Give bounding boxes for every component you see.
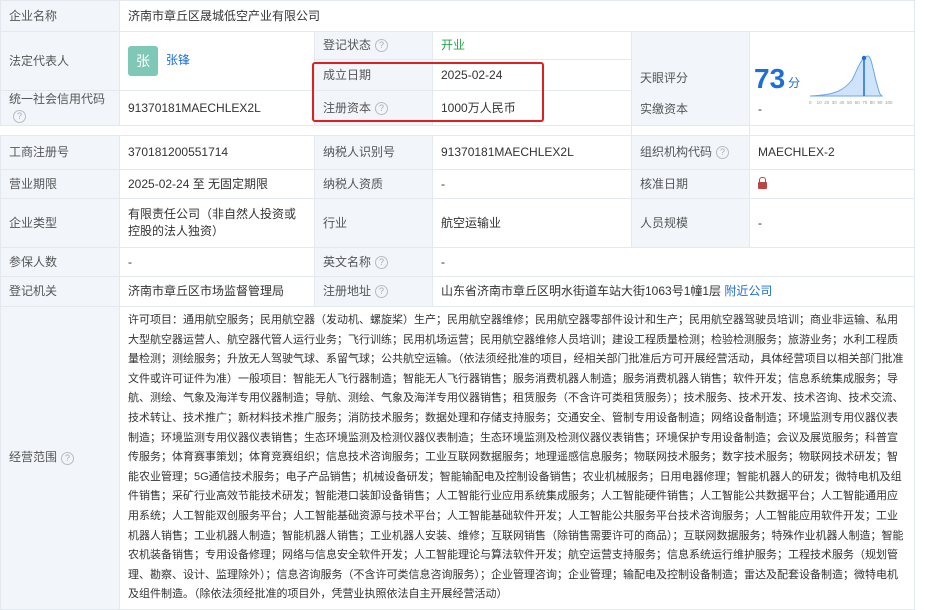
row-insured: 参保人数 - 英文名称? - (0, 247, 915, 277)
row-company-name: 企业名称 济南市章丘区晟城低空产业有限公司 (0, 0, 916, 32)
scope-label-text: 经营范围 (9, 450, 58, 465)
label-reg-status: 登记状态? (314, 31, 433, 60)
taxpayer-qual-value: - (432, 169, 632, 199)
org-code-label-text: 组织机构代码 (640, 145, 713, 159)
approval-date-value[interactable] (749, 169, 915, 199)
label-scope: 经营范围? (0, 306, 120, 610)
label-english-name: 英文名称? (314, 247, 433, 277)
english-name-value: - (432, 247, 915, 277)
reg-address-value: 山东省济南市章丘区明水街道车站大街1063号1幢1层 (441, 284, 722, 298)
help-icon[interactable]: ? (375, 255, 389, 269)
label-taxpayer-qual: 纳税人资质 (314, 169, 433, 199)
reg-address-cell: 山东省济南市章丘区明水街道车站大街1063号1幢1层 附近公司 (432, 276, 915, 307)
label-reg-address: 注册地址? (314, 276, 433, 307)
label-biz-term: 营业期限 (0, 169, 120, 199)
label-company-name: 企业名称 (0, 0, 120, 32)
tianyan-score-unit: 分 (788, 76, 801, 90)
help-icon[interactable]: ? (375, 285, 389, 299)
taxpayer-id-value: 91370181MAECHLEX2L (432, 135, 632, 170)
reg-status-label-text: 登记状态 (323, 38, 372, 52)
credit-code-label-text: 统一社会信用代码 (9, 92, 106, 106)
label-paid-capital: 实缴资本 (631, 101, 750, 119)
highlight-box (312, 62, 544, 122)
label-approval-date: 核准日期 (631, 169, 750, 199)
legal-rep-cell: 张张锋 (119, 31, 315, 91)
industry-value: 航空运输业 (432, 198, 632, 248)
scope-value: 许可项目：通用航空服务；民用航空器（发动机、螺旋桨）生产；民用航空器维修；民用航… (119, 306, 915, 610)
label-insured: 参保人数 (0, 247, 120, 277)
company-type-value: 有限责任公司（非自然人投资或控股的法人独资） (119, 198, 315, 248)
legal-rep-avatar[interactable]: 张 (128, 46, 158, 76)
company-info-table-lower: 实缴资本 - 工商注册号 370181200551714 纳税人识别号 91370… (0, 101, 915, 610)
label-company-type: 企业类型 (0, 198, 120, 248)
nearby-companies-link[interactable]: 附近公司 (724, 284, 772, 298)
score-marker-dot (861, 55, 867, 60)
label-legal-rep: 法定代表人 (0, 31, 120, 91)
label-reg-authority: 登记机关 (0, 276, 120, 307)
help-icon[interactable]: ? (375, 39, 389, 53)
row-biz-reg: 工商注册号 370181200551714 纳税人识别号 91370181MAE… (0, 135, 915, 170)
reg-address-label-text: 注册地址 (323, 284, 372, 298)
tianyan-score-value: 73 (754, 63, 786, 94)
org-code-value: MAECHLEX-2 (749, 135, 915, 170)
reg-status-value: 开业 (432, 31, 632, 60)
help-icon[interactable]: ? (61, 451, 75, 465)
row-company-type: 企业类型 有限责任公司（非自然人投资或控股的法人独资） 行业 航空运输业 人员规… (0, 198, 915, 248)
paid-capital-value: - (749, 101, 915, 119)
biz-reg-no-value: 370181200551714 (119, 135, 315, 170)
label-staff-size: 人员规模 (631, 198, 750, 248)
insured-value: - (119, 247, 315, 277)
legal-rep-name-link[interactable]: 张锋 (166, 53, 190, 67)
score-distribution-chart: 0 10 20 30 40 50 60 70 80 90 100 (809, 54, 893, 105)
score-curve-fill (810, 54, 884, 96)
staff-size-value: - (749, 198, 915, 248)
label-industry: 行业 (314, 198, 433, 248)
label-taxpayer-id: 纳税人识别号 (314, 135, 433, 170)
row-biz-term: 营业期限 2025-02-24 至 无固定期限 纳税人资质 - 核准日期 (0, 169, 915, 199)
help-icon[interactable]: ? (716, 146, 730, 160)
row-legal-rep: 法定代表人 张张锋 登记状态? 开业 天眼评分 73 分 0 10 20 30 40 50… (0, 31, 916, 126)
reg-authority-value: 济南市章丘区市场监督管理局 (119, 276, 315, 307)
biz-term-value: 2025-02-24 至 无固定期限 (119, 169, 315, 199)
row-scope: 经营范围? 许可项目：通用航空服务；民用航空器（发动机、螺旋桨）生产；民用航空器… (0, 306, 915, 610)
company-name-value: 济南市章丘区晟城低空产业有限公司 (118, 0, 916, 32)
lock-icon[interactable] (758, 176, 767, 189)
english-name-label-text: 英文名称 (323, 254, 372, 269)
label-org-code: 组织机构代码? (631, 135, 750, 170)
row-reg-authority: 登记机关 济南市章丘区市场监督管理局 注册地址? 山东省济南市章丘区明水街道车站… (0, 276, 915, 307)
label-biz-reg-no: 工商注册号 (0, 135, 120, 170)
